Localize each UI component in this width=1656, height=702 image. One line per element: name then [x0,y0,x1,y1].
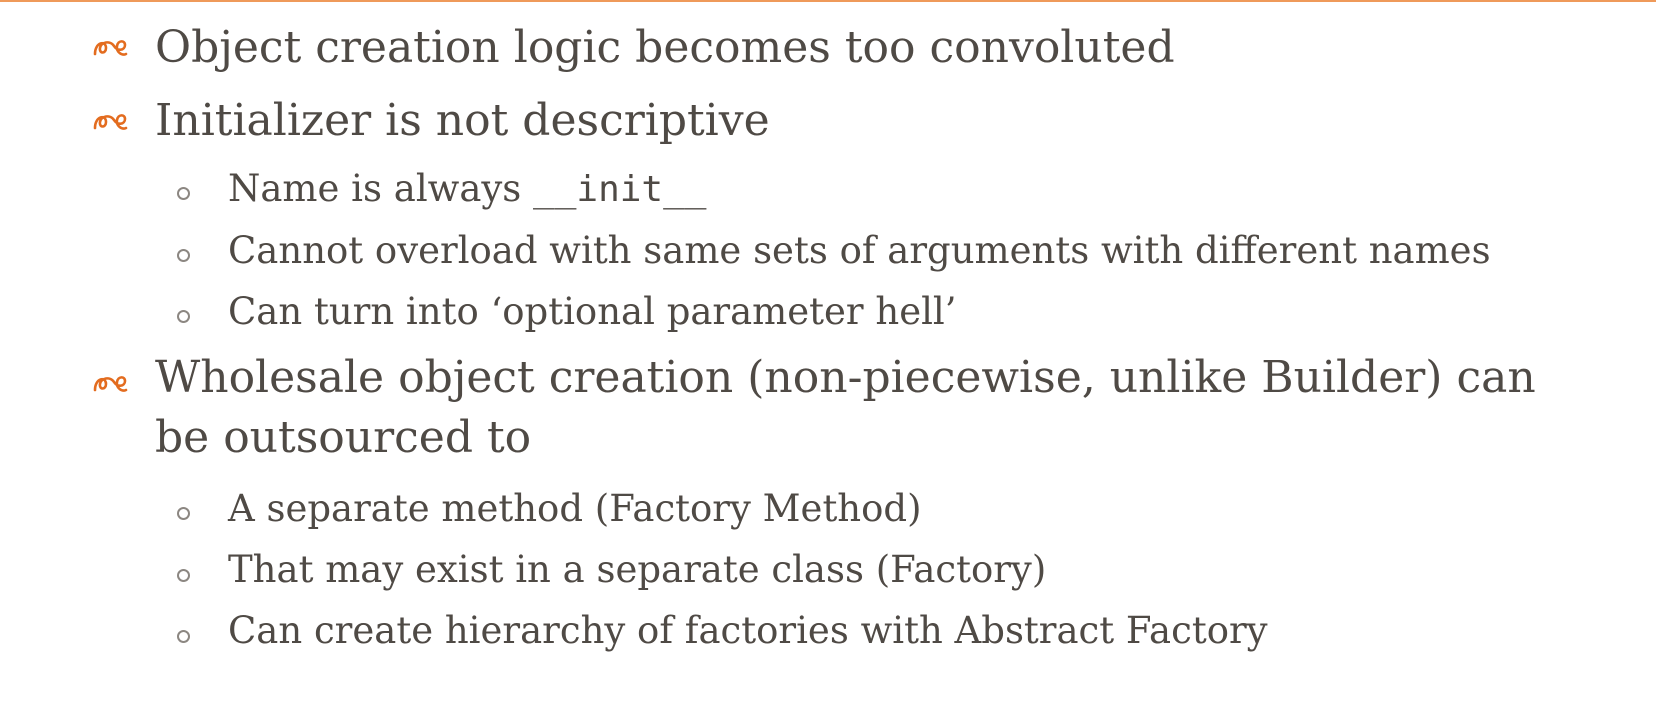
slide-body: Object creation logic becomes too convol… [0,0,1656,702]
subitem-factory-method: A separate method (Factory Method) [228,487,922,530]
hollow-circle-bullet-icon [177,310,190,323]
hollow-circle-bullet-icon [177,569,190,582]
subitem-optional-parameter-hell: Can turn into ‘optional parameter hell’ [228,290,957,333]
flourish-bullet-svg [93,114,128,130]
subitem-abstract-factory: Can create hierarchy of factories with A… [228,609,1268,652]
subitem-name-always-init: Name is always __init__ [228,166,706,213]
flourish-bullet-svg [93,40,128,56]
hollow-circle-bullet-icon [177,249,190,262]
bullet-2-text: Initializer is not descriptive [155,95,770,146]
flourish-bullet-svg [93,376,128,392]
code-init: __init__ [533,169,707,210]
subitem-factory-class: That may exist in a separate class (Fact… [228,548,1047,591]
flourish-bullet-icon [92,36,128,66]
hollow-circle-bullet-icon [177,507,190,520]
bullet-1-text: Object creation logic becomes too convol… [155,22,1175,73]
hollow-circle-bullet-icon [177,630,190,643]
flourish-bullet-icon [92,372,128,402]
subitem-cannot-overload: Cannot overload with same sets of argume… [228,229,1491,272]
hollow-circle-bullet-icon [177,187,190,200]
bullet-3-text: Wholesale object creation (non-piecewise… [155,352,1536,463]
subitem-prefix: Name is always [228,167,534,210]
flourish-bullet-icon [92,110,128,140]
